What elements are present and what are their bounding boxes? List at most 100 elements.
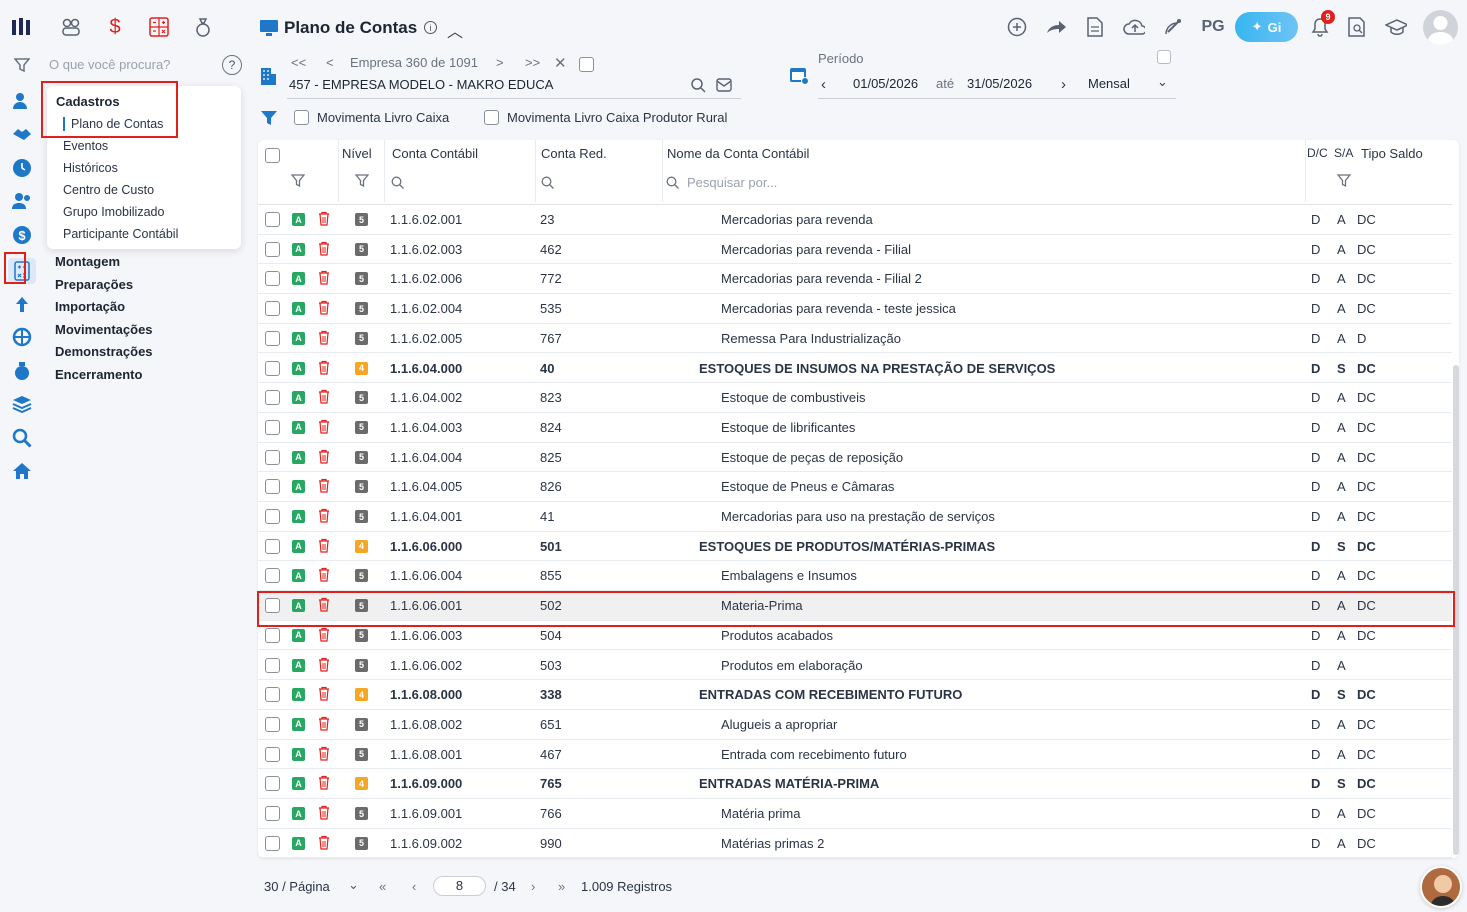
row-checkbox[interactable] xyxy=(265,746,280,762)
handshake-icon[interactable] xyxy=(11,123,33,145)
assistant-avatar[interactable] xyxy=(1420,866,1462,908)
menu-movimentacoes[interactable]: Movimentações xyxy=(55,322,153,337)
table-row[interactable]: A 4 1.1.6.09.000 765 ENTRADAS MATÉRIA-PRIMA D… xyxy=(258,769,1452,799)
filter-icon[interactable] xyxy=(11,54,33,76)
menu-importacao[interactable]: Importação xyxy=(55,299,125,314)
flyout-item-eventos[interactable]: Eventos xyxy=(63,139,108,153)
table-row[interactable]: A 5 1.1.6.04.004 825 Estoque de peças de rep… xyxy=(258,443,1452,473)
info-icon[interactable]: i xyxy=(424,21,437,34)
trash-icon[interactable] xyxy=(318,805,330,820)
page-number-input[interactable]: 8 xyxy=(433,876,486,896)
clock-icon[interactable] xyxy=(11,157,33,179)
row-checkbox[interactable] xyxy=(265,835,280,851)
header-conta-contabil[interactable]: Conta Contábil xyxy=(392,146,478,161)
last-page-button[interactable]: » xyxy=(558,879,565,894)
row-checkbox[interactable] xyxy=(265,568,280,584)
last-company-button[interactable]: >> xyxy=(525,55,540,70)
dollar-icon[interactable]: $ xyxy=(11,224,33,246)
table-row[interactable]: A 5 1.1.6.06.002 503 Produtos em elaboração D… xyxy=(258,651,1452,681)
graduation-cap-icon[interactable] xyxy=(1385,16,1407,38)
table-row[interactable]: A 5 1.1.6.08.001 467 Entrada com recebimento… xyxy=(258,740,1452,770)
trash-icon[interactable] xyxy=(318,775,330,790)
conta-search-icon[interactable] xyxy=(391,176,404,192)
flyout-item-grupo-imobilizado[interactable]: Grupo Imobilizado xyxy=(63,205,164,219)
header-conta-red[interactable]: Conta Red. xyxy=(541,146,607,161)
search-rail-icon[interactable] xyxy=(11,427,33,449)
table-row[interactable]: A 5 1.1.6.02.001 23 Mercadorias para revenda… xyxy=(258,205,1452,235)
row-checkbox[interactable] xyxy=(265,449,280,465)
row-checkbox[interactable] xyxy=(265,301,280,317)
table-row[interactable]: A 4 1.1.6.04.000 40 ESTOQUES DE INSUMOS NA P… xyxy=(258,354,1452,384)
table-row[interactable]: A 5 1.1.6.08.002 651 Alugueis a apropriar D A D… xyxy=(258,710,1452,740)
prev-company-button[interactable]: < xyxy=(326,55,334,70)
pg-button[interactable]: PG xyxy=(1199,16,1227,38)
cloud-upload-icon[interactable] xyxy=(1123,16,1145,38)
row-checkbox[interactable] xyxy=(265,390,280,406)
upload-tool-icon[interactable] xyxy=(11,294,33,316)
header-nome-conta[interactable]: Nome da Conta Contábil xyxy=(667,146,809,161)
menu-preparacoes[interactable]: Preparações xyxy=(55,277,133,292)
money-sack-icon[interactable] xyxy=(192,16,214,38)
table-row[interactable]: A 5 1.1.6.02.004 535 Mercadorias para revend… xyxy=(258,294,1452,324)
name-search-input[interactable]: Pesquisar por... xyxy=(687,175,777,190)
trash-icon[interactable] xyxy=(318,211,330,226)
column-filter-icon[interactable] xyxy=(290,174,306,191)
trash-icon[interactable] xyxy=(318,330,330,345)
group-icon[interactable] xyxy=(60,16,82,38)
menu-demonstracoes[interactable]: Demonstrações xyxy=(55,344,153,359)
trash-icon[interactable] xyxy=(318,270,330,285)
next-company-button[interactable]: > xyxy=(496,55,504,70)
table-row[interactable]: A 5 1.1.6.04.001 41 Mercadorias para uso na … xyxy=(258,502,1452,532)
row-checkbox[interactable] xyxy=(265,330,280,346)
table-row[interactable]: A 5 1.1.6.09.001 766 Matéria prima D A DC xyxy=(258,799,1452,829)
prev-page-button[interactable]: ‹ xyxy=(412,879,416,894)
period-mode-select[interactable]: Mensal xyxy=(1088,76,1130,91)
sa-filter-icon[interactable] xyxy=(1336,174,1352,191)
share-forward-icon[interactable] xyxy=(1045,16,1067,38)
report-search-icon[interactable] xyxy=(1346,16,1368,38)
trash-icon[interactable] xyxy=(318,300,330,315)
trash-icon[interactable] xyxy=(318,478,330,493)
row-checkbox[interactable] xyxy=(265,657,280,673)
first-page-button[interactable]: « xyxy=(379,879,386,894)
network-icon[interactable] xyxy=(11,326,33,348)
row-checkbox[interactable] xyxy=(265,241,280,257)
row-checkbox[interactable] xyxy=(265,509,280,524)
red-search-icon[interactable] xyxy=(541,176,554,192)
row-checkbox[interactable] xyxy=(265,479,280,495)
add-circle-icon[interactable] xyxy=(1006,16,1028,38)
gi-assistant-button[interactable]: ✦ Gi xyxy=(1235,12,1298,42)
next-period-button[interactable]: › xyxy=(1061,76,1066,93)
table-row[interactable]: A 4 1.1.6.08.000 338 ENTRADAS COM RECEBIMENT… xyxy=(258,680,1452,710)
row-checkbox[interactable] xyxy=(265,212,280,227)
period-mode-chevron-icon[interactable]: ⌄ xyxy=(1157,74,1168,90)
menu-montagem[interactable]: Montagem xyxy=(55,254,120,269)
collapse-chevron-icon[interactable]: ︿ xyxy=(447,18,463,42)
company-mail-icon[interactable] xyxy=(716,78,732,95)
users-icon[interactable] xyxy=(11,190,33,212)
table-row[interactable]: A 5 1.1.6.02.005 767 Remessa Para Industrial… xyxy=(258,324,1452,354)
period-end-input[interactable]: 31/05/2026 xyxy=(967,76,1032,91)
close-company-icon[interactable]: ✕ xyxy=(554,54,567,72)
help-icon[interactable]: ? xyxy=(222,55,242,75)
trash-icon[interactable] xyxy=(318,657,330,672)
period-checkbox[interactable] xyxy=(1157,50,1171,64)
user-settings-icon[interactable] xyxy=(11,90,33,112)
menu-search-input[interactable]: O que você procura? xyxy=(49,57,170,72)
header-tipo-saldo[interactable]: Tipo Saldo xyxy=(1361,146,1423,161)
trash-icon[interactable] xyxy=(318,449,330,464)
period-start-input[interactable]: 01/05/2026 xyxy=(853,76,918,91)
document-icon[interactable] xyxy=(1084,16,1106,38)
trash-icon[interactable] xyxy=(318,508,330,523)
row-checkbox[interactable] xyxy=(265,360,280,376)
finance-dollar-icon[interactable]: $ xyxy=(104,16,126,38)
user-avatar[interactable] xyxy=(1423,10,1458,45)
row-checkbox[interactable] xyxy=(265,538,280,554)
table-row[interactable]: A 5 1.1.6.02.006 772 Mercadorias para revend… xyxy=(258,264,1452,295)
filter-funnel-icon[interactable] xyxy=(260,110,278,129)
money-bag-icon[interactable] xyxy=(11,360,33,382)
flyout-item-centro-de-custo[interactable]: Centro de Custo xyxy=(63,183,154,197)
flyout-item-historicos[interactable]: Históricos xyxy=(63,161,118,175)
company-checkbox[interactable] xyxy=(579,57,594,72)
first-company-button[interactable]: << xyxy=(291,55,306,70)
